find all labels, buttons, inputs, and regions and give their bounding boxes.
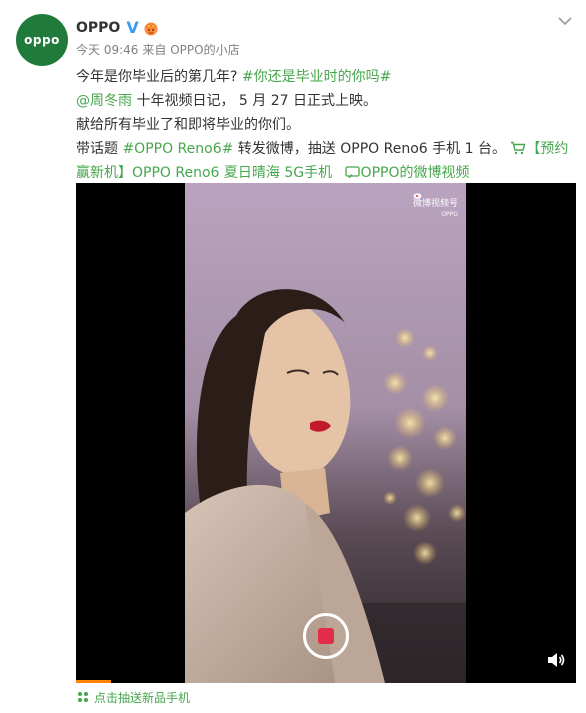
play-pause-button[interactable] <box>303 613 349 659</box>
post-line-2: @周冬雨 十年视频日记， 5 月 27 日正式上映。 <box>76 90 572 114</box>
post-text: 今年是你毕业后的第几年? #你还是毕业时的你吗# @周冬雨 十年视频日记， 5 … <box>76 66 572 186</box>
watermark-title: 微博视频号 <box>412 199 458 209</box>
post-line-1: 今年是你毕业后的第几年? #你还是毕业时的你吗# <box>76 66 572 90</box>
avatar[interactable]: oppo <box>16 14 68 66</box>
video-progress-bar[interactable] <box>76 680 111 683</box>
post-text-segment: 今年是你毕业后的第几年? <box>76 69 242 85</box>
video-link-icon[interactable] <box>344 165 361 179</box>
user-name[interactable]: OPPO <box>76 20 120 36</box>
post-meta: 今天 09:46 来自 OPPO的小店 <box>76 41 240 57</box>
topic-link-reno6[interactable]: #OPPO Reno6# <box>122 141 233 157</box>
verified-badge-icon: V <box>126 18 139 37</box>
post-header: OPPO V 今天 09:46 来自 OPPO的小店 <box>76 18 240 58</box>
watermark-sub: OPPO <box>441 211 458 218</box>
sparkle-icon <box>78 692 88 702</box>
lottery-link-label[interactable]: 点击抽送新品手机 <box>94 689 190 706</box>
post-text-segment: 献给所有毕业了和即将毕业的你们。 <box>76 117 300 133</box>
cart-icon[interactable] <box>510 141 526 155</box>
post-text-segment: 转发微博，抽送 OPPO Reno6 手机 1 台。 <box>233 141 511 157</box>
chevron-down-icon[interactable] <box>558 16 572 26</box>
video-frame[interactable]: 微博视频号 OPPO <box>185 183 466 683</box>
post-source[interactable]: 来自 OPPO的小店 <box>142 41 239 57</box>
name-row: OPPO V <box>76 18 240 38</box>
post-text-segment: 带话题 <box>76 141 123 157</box>
topic-link[interactable]: #你还是毕业时的你吗# <box>242 69 391 85</box>
weibo-watermark: 微博视频号 OPPO <box>413 191 458 220</box>
mention-link[interactable]: @周冬雨 <box>76 93 132 109</box>
weibo-logo-icon <box>413 193 422 199</box>
product-link[interactable]: 赢新机】OPPO Reno6 夏日晴海 5G手机 <box>76 165 332 181</box>
crown-icon[interactable] <box>143 20 159 36</box>
video-player[interactable]: 微博视频号 OPPO <box>76 183 576 683</box>
video-still-image <box>185 183 466 683</box>
post-line-4: 带话题 #OPPO Reno6# 转发微博，抽送 OPPO Reno6 手机 1… <box>76 138 572 162</box>
video-link[interactable]: OPPO的微博视频 <box>361 165 470 181</box>
post-line-3: 献给所有毕业了和即将毕业的你们。 <box>76 114 572 138</box>
volume-icon[interactable] <box>546 651 566 669</box>
weibo-post-card: oppo OPPO V 今天 09:46 来自 OPPO的小店 今年是你毕业后的… <box>0 0 586 713</box>
post-time[interactable]: 今天 09:46 <box>76 41 138 57</box>
post-text-segment: 十年视频日记， 5 月 27 日正式上映。 <box>132 93 377 109</box>
stop-icon <box>318 628 334 644</box>
avatar-logo-text: oppo <box>24 33 60 47</box>
lottery-link[interactable]: 点击抽送新品手机 <box>76 688 190 706</box>
product-link-start[interactable]: 【预约 <box>526 141 568 157</box>
